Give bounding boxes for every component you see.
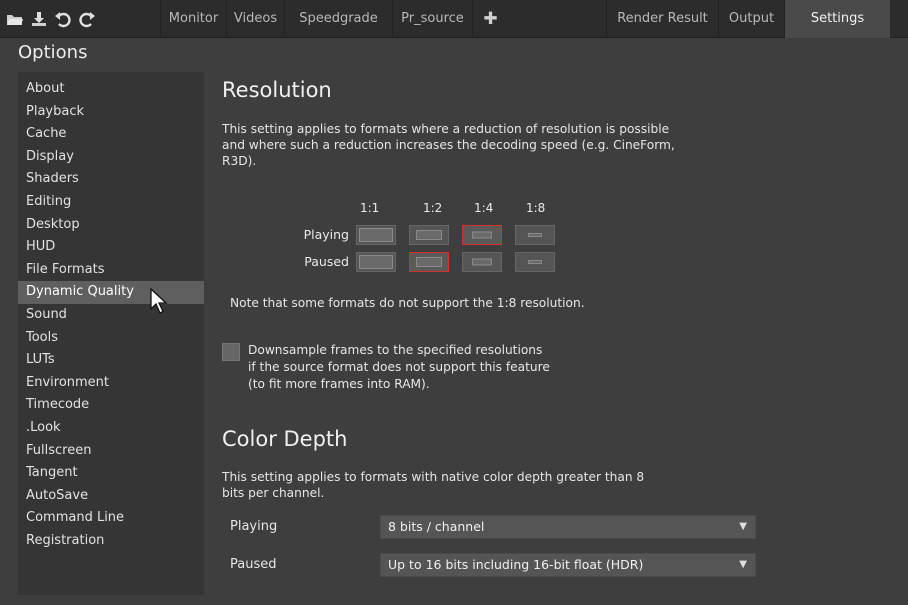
resolution-cell-paused-1-8[interactable] — [515, 252, 555, 272]
tab-output[interactable]: Output — [718, 0, 784, 38]
resolution-cell-playing-1-8[interactable] — [515, 225, 555, 245]
paused-depth-label: Paused — [230, 557, 277, 572]
folder-open-icon[interactable] — [6, 10, 24, 28]
sidebar-item-tangent[interactable]: Tangent — [18, 462, 204, 485]
col-header: 1:2 — [423, 201, 443, 215]
sidebar-item-dynamic-quality[interactable]: Dynamic Quality — [18, 281, 204, 304]
paused-depth-select[interactable]: Up to 16 bits including 16-bit float (HD… — [380, 553, 756, 577]
sidebar-list: About Playback Cache Display Shaders Editing D… — [18, 72, 204, 552]
col-header: 1:1 — [360, 201, 380, 215]
col-header: 1:8 — [526, 201, 546, 215]
downsample-line-1: Downsample frames to the specified resol… — [248, 343, 543, 357]
resolution-heading: Resolution — [222, 78, 332, 102]
col-header: 1:4 — [474, 201, 494, 215]
sidebar-item-about[interactable]: About — [18, 78, 204, 101]
downsample-line-3: (to fit more frames into RAM). — [248, 377, 430, 391]
sidebar-item-playback[interactable]: Playback — [18, 101, 204, 124]
resolution-cell-paused-1-1[interactable] — [356, 252, 396, 272]
paused-depth-value: Up to 16 bits including 16-bit float (HD… — [388, 557, 644, 572]
color-depth-heading: Color Depth — [222, 427, 348, 451]
playing-depth-value: 8 bits / channel — [388, 519, 485, 534]
toolbar-icons — [6, 8, 96, 30]
sidebar-item-look[interactable]: .Look — [18, 417, 204, 440]
tab-videos[interactable]: Videos — [226, 0, 284, 38]
tab-settings[interactable]: Settings — [784, 0, 890, 38]
resolution-cell-playing-1-2[interactable] — [409, 225, 449, 245]
undo-icon[interactable] — [54, 10, 72, 28]
sidebar-item-luts[interactable]: LUTs — [18, 349, 204, 372]
tab-monitor[interactable]: Monitor — [160, 0, 226, 38]
mouse-cursor-icon — [150, 287, 168, 314]
chevron-down-icon: ▼ — [739, 521, 747, 532]
row-label-paused: Paused — [304, 254, 349, 269]
playing-depth-label: Playing — [230, 519, 278, 534]
playing-depth-select[interactable]: 8 bits / channel ▼ — [380, 515, 756, 539]
sidebar-item-tools[interactable]: Tools — [18, 327, 204, 350]
options-sidebar: About Playback Cache Display Shaders Editing D… — [18, 72, 204, 595]
chevron-down-icon: ▼ — [739, 559, 747, 570]
sidebar-item-fullscreen[interactable]: Fullscreen — [18, 440, 204, 463]
color-depth-description: This setting applies to formats with nat… — [222, 470, 645, 500]
resolution-note: Note that some formats do not support th… — [230, 296, 585, 310]
sidebar-item-hud[interactable]: HUD — [18, 236, 204, 259]
sidebar-item-registration[interactable]: Registration — [18, 530, 204, 553]
sidebar-item-display[interactable]: Display — [18, 146, 204, 169]
sidebar-item-desktop[interactable]: Desktop — [18, 214, 204, 237]
sidebar-item-file-formats[interactable]: File Formats — [18, 259, 204, 282]
sidebar-item-autosave[interactable]: AutoSave — [18, 485, 204, 508]
sidebar-item-environment[interactable]: Environment — [18, 372, 204, 395]
downsample-label[interactable]: Downsample frames to the specified resol… — [248, 342, 628, 393]
tab-pr-source[interactable]: Pr_source — [392, 0, 472, 38]
sidebar-item-timecode[interactable]: Timecode — [18, 394, 204, 417]
resolution-description: This setting applies to formats where a … — [222, 122, 675, 168]
sidebar-item-sound[interactable]: Sound — [18, 304, 204, 327]
options-title: Options — [18, 42, 88, 63]
settings-panel: Resolution This setting applies to forma… — [204, 72, 908, 605]
row-label-playing: Playing — [303, 227, 349, 242]
downsample-checkbox[interactable] — [222, 343, 240, 361]
resolution-cell-paused-1-4[interactable] — [462, 252, 502, 272]
resolution-cell-playing-1-1[interactable] — [356, 225, 396, 245]
downsample-line-2: if the source format does not support th… — [248, 360, 550, 374]
add-tab-button[interactable]: ✚ — [472, 0, 508, 38]
sidebar-item-editing[interactable]: Editing — [18, 191, 204, 214]
resolution-cell-paused-1-2[interactable] — [409, 252, 449, 272]
sidebar-item-command-line[interactable]: Command Line — [18, 507, 204, 530]
tab-render-result[interactable]: Render Result — [606, 0, 718, 38]
sidebar-item-cache[interactable]: Cache — [18, 123, 204, 146]
download-icon[interactable] — [30, 10, 48, 28]
tab-speedgrade[interactable]: Speedgrade — [284, 0, 392, 38]
sidebar-item-shaders[interactable]: Shaders — [18, 168, 204, 191]
top-toolbar: Monitor Videos Speedgrade Pr_source ✚ Re… — [0, 0, 908, 38]
resolution-cell-playing-1-4[interactable] — [462, 225, 502, 245]
redo-icon[interactable] — [78, 10, 96, 28]
